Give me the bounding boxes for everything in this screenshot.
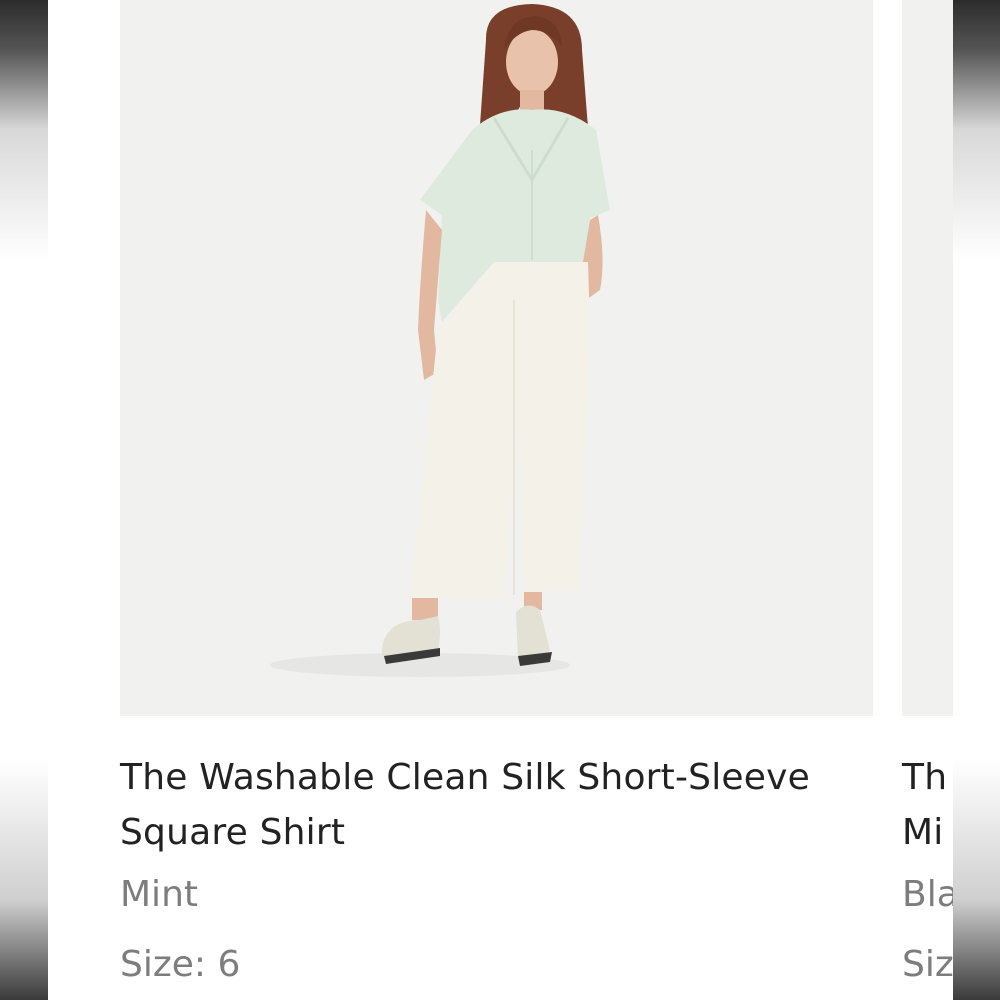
product-size: Size: 6 [120, 944, 241, 985]
product-size-next: Siz [902, 944, 953, 985]
product-title-next-line1: Th [902, 757, 948, 798]
video-frame-right-edge [953, 0, 1000, 1000]
product-title-next-line2: Mi [902, 812, 944, 853]
product-card[interactable]: The Washable Clean Silk Short-Sleeve Squ… [120, 0, 875, 987]
product-image-next[interactable] [902, 0, 953, 716]
product-color-next: Bla [902, 874, 953, 915]
product-carousel: The Washable Clean Silk Short-Sleeve Squ… [48, 0, 953, 1000]
product-title-next[interactable]: Th Mi [902, 750, 953, 860]
product-color: Mint [120, 874, 198, 915]
product-card-next[interactable]: Th Mi Bla Siz [902, 0, 953, 987]
model-photo [120, 0, 873, 716]
video-frame-left-edge [0, 0, 48, 1000]
product-image[interactable] [120, 0, 873, 716]
product-title[interactable]: The Washable Clean Silk Short-Sleeve Squ… [120, 750, 880, 860]
